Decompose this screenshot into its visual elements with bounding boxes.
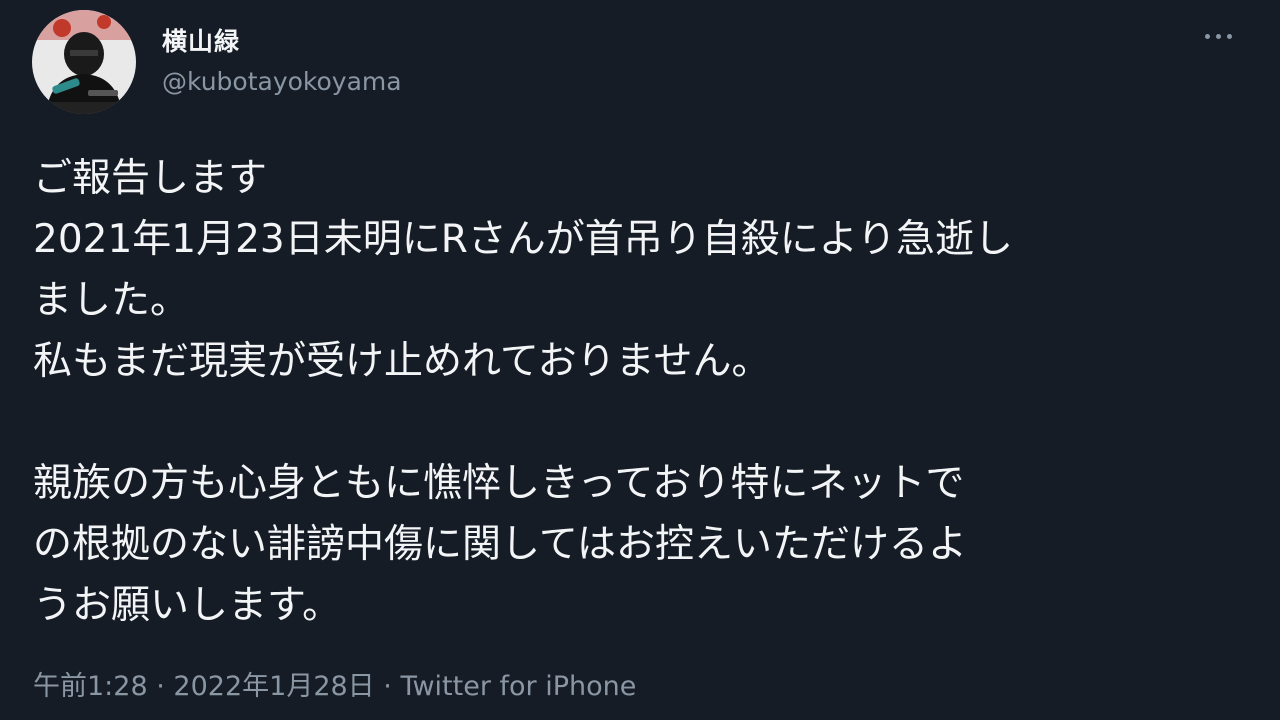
tweet-line: 私もまだ現実が受け止めれておりません。	[33, 339, 771, 384]
author-display-name[interactable]: 横山緑	[162, 22, 240, 58]
more-horizontal-icon-dot	[1215, 33, 1221, 39]
tweet-source: Twitter for iPhone	[400, 671, 637, 702]
tweet-line: うお願いします。	[33, 583, 342, 628]
tweet-line: の根拠のない誹謗中傷に関してはお控えいただけるよ	[33, 522, 968, 567]
tweet-line: 親族の方も心身ともに憔悴しきっており特にネットで	[33, 461, 965, 506]
tweet-line: 2021年1月23日未明にRさんが首吊り自殺により急逝し	[33, 217, 1014, 262]
tweet-card: 横山緑 @kubotayokoyama ご報告します 2021年1月23日未明に…	[0, 0, 1280, 720]
more-horizontal-icon-dot	[1226, 33, 1232, 39]
avatar[interactable]	[32, 10, 136, 114]
tweet-metadata: 午前1:28 · 2022年1月28日 · Twitter for iPhone	[33, 664, 636, 703]
tweet-timestamp-time[interactable]: 午前1:28	[33, 671, 148, 702]
tweet-line: ご報告します	[33, 156, 268, 201]
author-handle[interactable]: @kubotayokoyama	[162, 67, 402, 96]
avatar-image	[32, 10, 136, 114]
tweet-line: ました。	[33, 278, 190, 323]
more-horizontal-icon	[1204, 33, 1210, 39]
tweet-text: ご報告します 2021年1月23日未明にRさんが首吊り自殺により急逝し ました。…	[33, 148, 1248, 636]
meta-separator: ·	[383, 671, 392, 702]
more-options-button[interactable]	[1194, 18, 1242, 54]
tweet-timestamp-date[interactable]: 2022年1月28日	[173, 671, 374, 702]
meta-separator: ·	[156, 671, 165, 702]
